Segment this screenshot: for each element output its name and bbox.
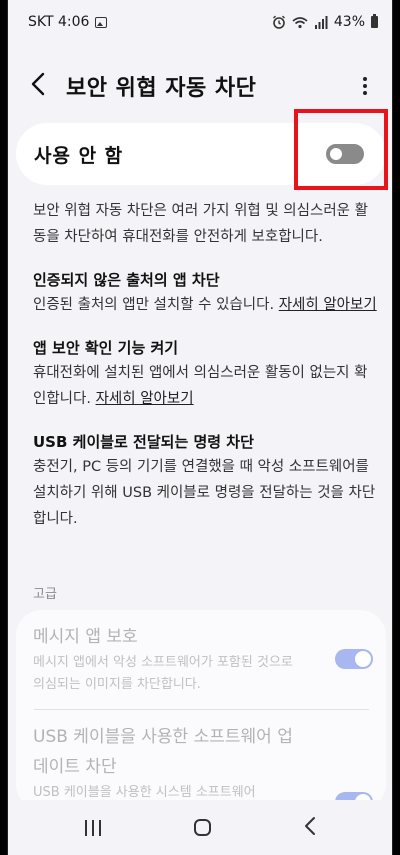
setting-item-message-guard[interactable]: 메시지 앱 보호 메시지 앱에서 악성 소프트웨어가 포함된 것으로 의심되는 …	[33, 622, 373, 696]
advanced-group-label: 고급	[33, 587, 57, 602]
page-title: 보안 위협 자동 차단	[66, 76, 257, 101]
battery-percent: 43%	[333, 14, 365, 30]
section-usb-commands: USB 케이블로 전달되는 명령 차단 충전기, PC 등의 기기를 연결했을 …	[33, 430, 378, 532]
alarm-icon	[272, 15, 285, 29]
section-unknown-sources: 인증되지 않은 출처의 앱 차단 인증된 출처의 앱만 설치할 수 있습니다. …	[33, 268, 378, 318]
toggle-knob	[355, 651, 371, 667]
learn-more-link[interactable]: 자세히 알아보기	[279, 297, 377, 313]
recent-apps-icon[interactable]	[84, 819, 101, 836]
nav-back-icon[interactable]	[304, 816, 316, 840]
section-text: 인증된 출처의 앱만 설치할 수 있습니다. 자세히 알아보기	[33, 292, 378, 318]
status-bar: SKT 4:06 43%	[8, 0, 392, 44]
section-title: USB 케이블로 전달되는 명령 차단	[33, 433, 254, 451]
setting-title: 메시지 앱 보호	[33, 627, 138, 647]
learn-more-link[interactable]: 자세히 알아보기	[96, 391, 194, 407]
main-content: 보안 위협 자동 차단은 여러 가지 위협 및 의심스러운 활동을 차단하여 휴…	[33, 198, 378, 550]
divider	[34, 709, 369, 710]
message-guard-toggle[interactable]	[335, 649, 373, 669]
setting-subtitle: 메시지 앱에서 악성 소프트웨어가 포함된 것으로 의심되는 이미지를 차단합니…	[33, 655, 293, 692]
section-app-security-check: 앱 보안 확인 기능 켜기 휴대전화에 설치된 앱에서 의심스러운 활동이 없는…	[33, 336, 378, 412]
signal-icon	[314, 15, 328, 29]
carrier-time: SKT 4:06	[28, 14, 90, 30]
master-switch-label: 사용 안 함	[34, 144, 124, 167]
status-left: SKT 4:06	[28, 14, 108, 30]
battery-icon	[371, 14, 378, 28]
feature-description: 보안 위협 자동 차단은 여러 가지 위협 및 의심스러운 활동을 차단하여 휴…	[33, 203, 368, 245]
home-icon[interactable]	[193, 819, 211, 836]
red-highlight-box	[294, 109, 388, 190]
section-body: 휴대전화에 설치된 앱에서 의심스러운 활동이 없는지 확인합니다.	[33, 365, 368, 407]
gallery-notification-icon	[95, 16, 108, 28]
more-vert-icon[interactable]	[350, 77, 380, 95]
section-body: 인증된 출처의 앱만 설치할 수 있습니다.	[33, 297, 279, 313]
setting-title: USB 케이블을 사용한 소프트웨어 업데이트 차단	[33, 727, 293, 777]
advanced-settings-card: 메시지 앱 보호 메시지 앱에서 악성 소프트웨어가 포함된 것으로 의심되는 …	[16, 610, 386, 810]
wifi-icon	[292, 16, 308, 28]
phone-screen: SKT 4:06 43% 보안 위협 자동 차단 사용 안 함 보안 위협 자동…	[7, 0, 393, 855]
section-title: 인증되지 않은 출처의 앱 차단	[33, 271, 220, 289]
section-text: 충전기, PC 등의 기기를 연결했을 때 악성 소프트웨어를 설치하기 위해 …	[33, 459, 376, 527]
app-bar: 보안 위협 자동 차단	[8, 56, 392, 116]
navigation-bar	[8, 800, 392, 855]
section-text: 휴대전화에 설치된 앱에서 의심스러운 활동이 없는지 확인합니다. 자세히 알…	[33, 360, 378, 412]
status-right: 43%	[272, 14, 378, 30]
back-arrow-icon[interactable]	[30, 72, 66, 101]
setting-item-usb-update-block[interactable]: USB 케이블을 사용한 소프트웨어 업데이트 차단 USB 케이블을 사용한 …	[33, 722, 373, 810]
section-title: 앱 보안 확인 기능 켜기	[33, 339, 179, 357]
